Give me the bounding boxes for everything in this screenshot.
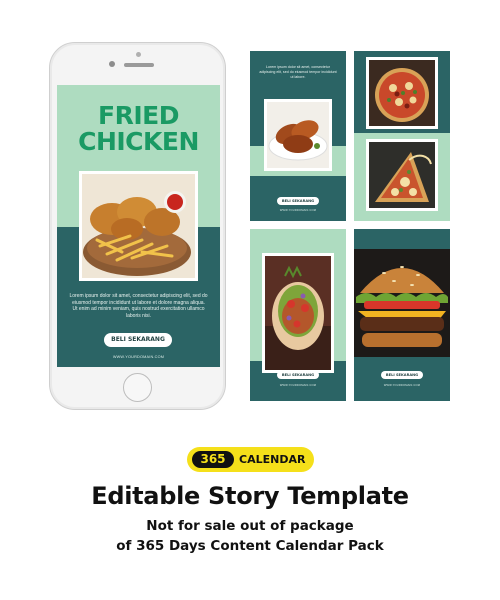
phone-camera	[109, 61, 115, 67]
phone-mockup: FRIED CHICKEN Lorem ipsum dolor sit amet…	[49, 42, 226, 410]
beli-sekarang-button[interactable]: BELI SEKARANG	[104, 333, 172, 347]
headline-line-1: FRIED	[98, 101, 179, 130]
wrap-photo	[262, 253, 334, 373]
template-domain: WWW.YOURDOMAIN.COM	[383, 384, 421, 387]
story-headline: FRIED CHICKEN	[57, 103, 220, 155]
page-title: Editable Story Template	[91, 482, 409, 510]
template-cta-button[interactable]: BELI SEKARANG	[277, 371, 319, 379]
template-card-pizza	[354, 51, 450, 221]
365-calendar-badge: 365 CALENDAR	[187, 447, 314, 472]
burger-image	[354, 249, 450, 357]
fried-chicken-photo	[79, 171, 198, 281]
template-card-burger: BELI SEKARANG WWW.YOURDOMAIN.COM	[354, 229, 450, 401]
pizza-photo	[366, 57, 438, 129]
phone-sensor	[136, 52, 141, 57]
template-domain: WWW.YOURDOMAIN.COM	[279, 384, 317, 387]
caption-line-1: Not for sale out of package	[146, 518, 354, 534]
badge-word: CALENDAR	[239, 453, 306, 466]
template-card-wrap: BELI SEKARANG WWW.YOURDOMAIN.COM	[250, 229, 346, 401]
template-cta-button[interactable]: BELI SEKARANG	[381, 371, 423, 379]
pizza-image	[369, 60, 435, 126]
template-card-chicken: Lorem ipsum dolor sit amet, consectetur …	[250, 51, 346, 221]
story-body-text: Lorem ipsum dolor sit amet, consectetur …	[69, 293, 208, 319]
pizza-slice-image	[369, 142, 435, 208]
headline-line-2: CHICKEN	[78, 127, 199, 156]
template-body-text: Lorem ipsum dolor sit amet, consectetur …	[259, 65, 337, 79]
story-domain: WWW.YOURDOMAIN.COM	[112, 355, 165, 359]
fried-chicken-image	[82, 174, 195, 278]
pizza-slice-photo	[366, 139, 438, 211]
caption-line-2: of 365 Days Content Calendar Pack	[116, 538, 384, 554]
wrap-image	[265, 256, 331, 370]
phone-screen: FRIED CHICKEN Lorem ipsum dolor sit amet…	[57, 85, 220, 367]
phone-speaker	[124, 63, 154, 67]
roasted-chicken-image	[267, 102, 329, 168]
roasted-chicken-photo	[264, 99, 332, 171]
template-cta-button[interactable]: BELI SEKARANG	[277, 197, 319, 205]
home-button[interactable]	[123, 373, 152, 402]
burger-photo	[354, 249, 450, 357]
template-domain: WWW.YOURDOMAIN.COM	[279, 209, 317, 212]
badge-number: 365	[192, 451, 234, 468]
